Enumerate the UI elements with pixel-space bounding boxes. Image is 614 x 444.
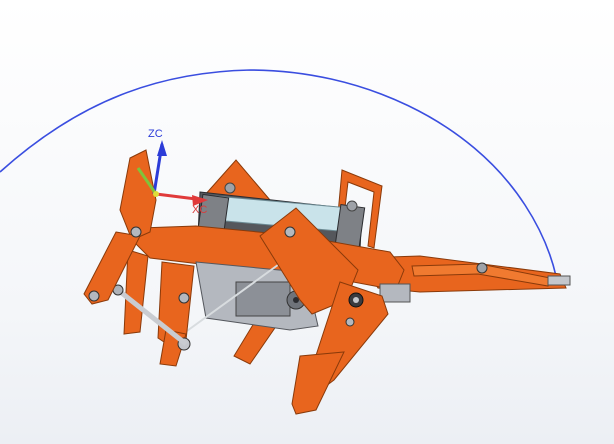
triad-origin [153,191,159,197]
front-link-crank-hub [353,297,359,303]
motor-body[interactable] [235,281,291,317]
left-claw-upper[interactable] [119,149,157,241]
gearbox-right-bracket [379,283,411,303]
front-link-lower-bolt[interactable] [345,317,355,327]
rear-leg-left[interactable] [123,249,149,335]
front-link-top-bolt[interactable] [284,226,296,238]
3d-assembly-view[interactable] [0,0,614,444]
x-axis-label: XC [192,204,208,216]
right-arm-tip[interactable] [547,275,571,286]
left-claw-joint[interactable] [130,226,142,238]
z-axis-arrowhead [157,140,167,156]
front-link-foot[interactable] [291,351,345,415]
graphics-viewport[interactable]: ZC XC [0,0,614,444]
right-arm-pivot[interactable] [476,262,488,274]
z-axis-label: ZC [148,128,163,140]
battery-bolt-left [224,182,236,194]
left-claw-pivot[interactable] [88,290,100,302]
front-leg-left-pivot[interactable] [178,292,190,304]
battery-bolt-right [346,200,358,212]
